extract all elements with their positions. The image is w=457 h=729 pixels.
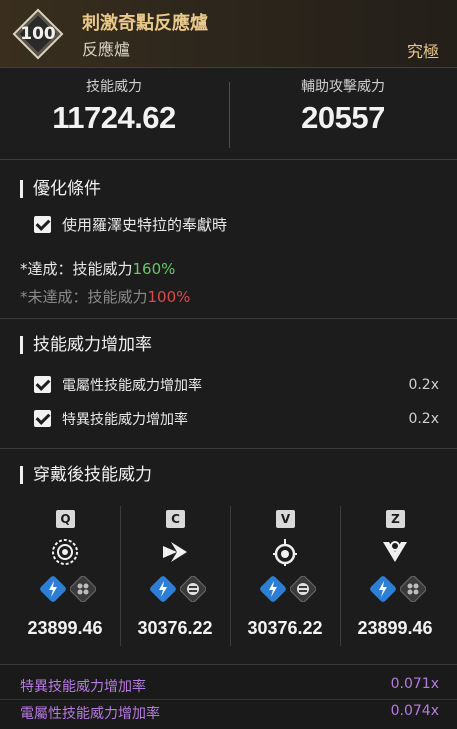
item-type: 反應爐 — [82, 40, 131, 59]
burst-icon — [52, 539, 78, 565]
optimization-title: 優化條件 — [20, 180, 101, 198]
singular-modifier-label: 特異技能威力增加率 — [62, 412, 188, 428]
modifiers-title: 技能威力增加率 — [20, 336, 152, 354]
electric-icon — [40, 576, 66, 602]
singular-icon — [400, 576, 426, 602]
skill-power-value: 11724.62 — [52, 100, 176, 135]
key-v: V — [276, 510, 295, 528]
dash-icon — [163, 542, 187, 562]
sub-attack-stat: 輔助攻擊威力 20557 — [229, 76, 457, 136]
singular-modifier-value: 0.2x — [408, 411, 439, 427]
sub-options: 特異技能威力增加率 0.071x 電屬性技能威力增加率 0.074x — [0, 664, 457, 729]
sub-option-label: 電屬性技能威力增加率 — [20, 706, 160, 722]
electric-icon — [150, 576, 176, 602]
electric-modifier-label: 電屬性技能威力增加率 — [62, 378, 202, 394]
achieved-value: 160% — [132, 260, 176, 278]
skill-v-power: 30376.22 — [247, 618, 323, 638]
key-c: C — [166, 510, 185, 528]
electric-icon — [370, 576, 396, 602]
item-rarity: 究極 — [406, 42, 439, 61]
sub-attack-value: 20557 — [301, 100, 385, 135]
condition-checkbox[interactable] — [34, 216, 51, 233]
bomb-icon — [273, 539, 297, 566]
equipped-title: 穿戴後技能威力 — [20, 466, 152, 484]
skill-c-power: 30376.22 — [137, 618, 213, 638]
sub-option-value: 0.074x — [390, 703, 439, 719]
singular-modifier-checkbox[interactable] — [34, 410, 51, 427]
key-z: Z — [386, 510, 405, 528]
skill-q[interactable]: Q 23899.46 — [10, 510, 120, 650]
not-achieved-prefix: *未達成：技能威力 — [20, 288, 148, 306]
skill-power-label: 技能威力 — [86, 79, 142, 95]
level-badge: 100 — [12, 8, 64, 60]
sub-option-value: 0.071x — [390, 676, 439, 692]
not-achieved-line: *未達成：技能威力100% — [20, 286, 190, 307]
item-header: 100 刺激奇點反應爐 反應爐 究極 — [0, 0, 457, 68]
electric-modifier-value: 0.2x — [408, 377, 439, 393]
item-title: 刺激奇點反應爐 — [82, 13, 208, 34]
dimension-icon — [290, 576, 316, 602]
condition-label: 使用羅澤史特拉的奉獻時 — [62, 216, 228, 234]
key-q: Q — [56, 510, 75, 528]
sub-option-label: 特異技能威力增加率 — [20, 679, 146, 695]
electric-icon — [260, 576, 286, 602]
achieved-prefix: *達成：技能威力 — [20, 260, 133, 278]
skill-q-power: 23899.46 — [27, 618, 103, 638]
skill-c[interactable]: C 30376.22 — [120, 510, 230, 650]
electric-modifier-checkbox[interactable] — [34, 376, 51, 393]
level-number: 100 — [20, 24, 56, 44]
skill-z-power: 23899.46 — [357, 618, 433, 638]
singular-icon — [70, 576, 96, 602]
sub-option-row: 電屬性技能威力增加率 0.074x — [0, 699, 457, 723]
section-divider — [0, 448, 457, 449]
achieved-line: *達成：技能威力160% — [20, 258, 175, 279]
stats-bar: 技能威力 11724.62 輔助攻擊威力 20557 — [0, 68, 457, 160]
section-divider — [0, 318, 457, 319]
skill-v[interactable]: V 30376.22 — [230, 510, 340, 650]
sub-option-row: 特異技能威力增加率 0.071x — [0, 673, 457, 697]
blast-icon — [383, 541, 407, 562]
dimension-icon — [180, 576, 206, 602]
not-achieved-value: 100% — [147, 288, 191, 306]
sub-attack-label: 輔助攻擊威力 — [301, 79, 385, 95]
skill-z[interactable]: Z 23899.46 — [340, 510, 450, 650]
skill-power-stat: 技能威力 11724.62 — [0, 76, 228, 136]
reactor-detail-panel: 100 刺激奇點反應爐 反應爐 究極 技能威力 11724.62 輔助攻擊威力 … — [0, 0, 457, 729]
